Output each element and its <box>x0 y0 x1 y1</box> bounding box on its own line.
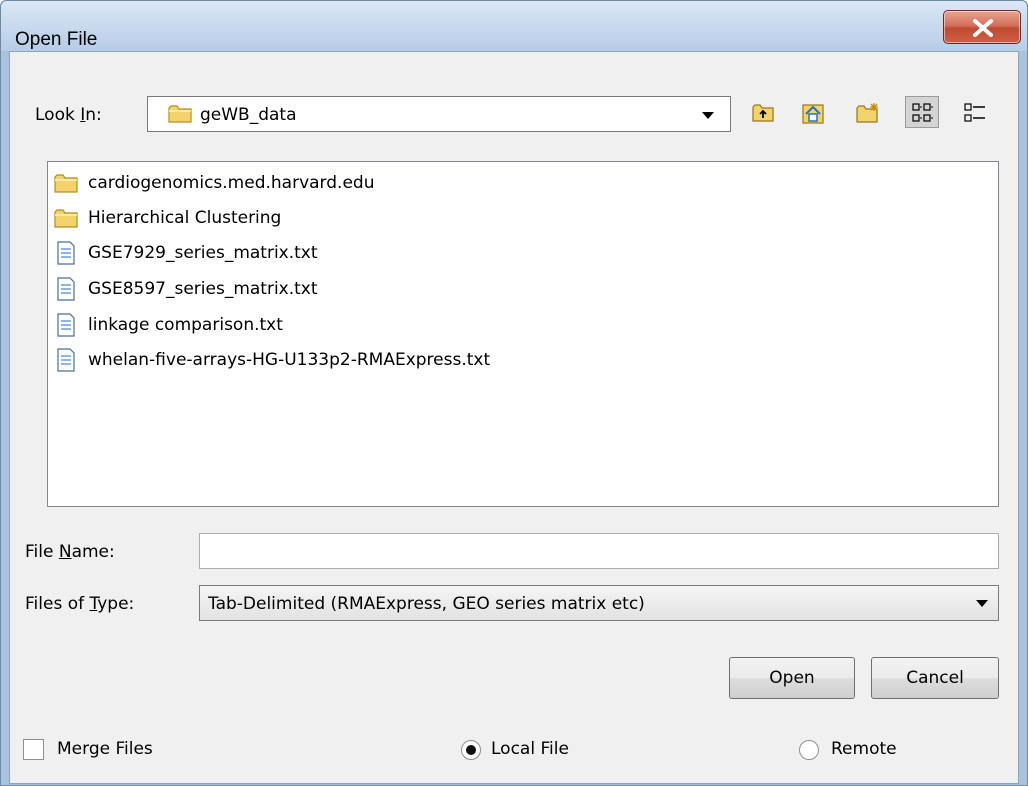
remote-radio[interactable] <box>799 740 819 760</box>
file-type-combo[interactable]: Tab-Delimited (RMAExpress, GEO series ma… <box>199 585 999 621</box>
local-file-radio[interactable] <box>461 740 481 760</box>
title-bar[interactable]: Open File <box>1 1 1027 51</box>
open-button-label: Open <box>769 668 815 688</box>
list-view-button[interactable] <box>905 96 939 128</box>
list-item[interactable]: GSE8597_series_matrix.txt <box>54 272 318 306</box>
list-item[interactable]: whelan-five-arrays-HG-U133p2-RMAExpress.… <box>54 343 490 377</box>
chevron-down-icon[interactable] <box>976 600 988 607</box>
new-folder-icon <box>856 103 878 123</box>
cancel-button-label: Cancel <box>906 668 964 688</box>
radio-selected-dot <box>466 745 476 755</box>
close-icon <box>973 19 993 37</box>
file-name: Hierarchical Clustering <box>88 208 282 228</box>
file-list[interactable]: cardiogenomics.med.harvard.edu Hierarchi… <box>47 161 999 507</box>
chevron-down-icon[interactable] <box>702 112 714 119</box>
merge-files-checkbox[interactable] <box>23 739 44 760</box>
file-name-input[interactable] <box>199 533 999 569</box>
file-name-label: File Name: <box>25 542 115 562</box>
list-view-icon <box>912 103 933 122</box>
folder-icon <box>54 209 78 228</box>
list-item[interactable]: GSE7929_series_matrix.txt <box>54 236 318 270</box>
remote-label: Remote <box>831 739 897 759</box>
up-folder-button[interactable] <box>745 96 779 128</box>
folder-icon <box>54 174 78 193</box>
merge-files-label: Merge Files <box>57 739 153 759</box>
text-file-icon <box>57 348 75 372</box>
home-button[interactable] <box>795 96 829 128</box>
list-item[interactable]: linkage comparison.txt <box>54 308 283 342</box>
file-name: linkage comparison.txt <box>88 315 283 335</box>
home-icon <box>802 104 824 124</box>
details-view-icon <box>964 103 985 122</box>
file-name: GSE8597_series_matrix.txt <box>88 279 318 299</box>
file-name: cardiogenomics.med.harvard.edu <box>88 173 375 193</box>
text-file-icon <box>57 277 75 301</box>
look-in-combo[interactable]: geWB_data <box>147 96 731 132</box>
list-item[interactable]: Hierarchical Clustering <box>54 201 281 235</box>
new-folder-button[interactable] <box>849 96 883 128</box>
text-file-icon <box>57 241 75 265</box>
look-in-label: Look In: <box>35 105 102 125</box>
look-in-value: geWB_data <box>200 105 297 125</box>
details-view-button[interactable] <box>957 96 991 128</box>
open-button[interactable]: Open <box>729 657 855 699</box>
list-item[interactable]: cardiogenomics.med.harvard.edu <box>54 166 374 200</box>
cancel-button[interactable]: Cancel <box>871 657 999 699</box>
file-name: GSE7929_series_matrix.txt <box>88 243 318 263</box>
open-file-dialog: Open File Look In: geWB_data cardiogenom… <box>0 0 1028 786</box>
file-type-label: Files of Type: <box>25 594 135 614</box>
close-button[interactable] <box>943 10 1021 44</box>
up-folder-icon <box>752 104 774 122</box>
file-name: whelan-five-arrays-HG-U133p2-RMAExpress.… <box>88 350 491 370</box>
window-title: Open File <box>15 29 98 50</box>
folder-icon <box>168 105 192 123</box>
text-file-icon <box>57 313 75 337</box>
local-file-label: Local File <box>491 739 569 759</box>
file-type-value: Tab-Delimited (RMAExpress, GEO series ma… <box>208 594 645 614</box>
